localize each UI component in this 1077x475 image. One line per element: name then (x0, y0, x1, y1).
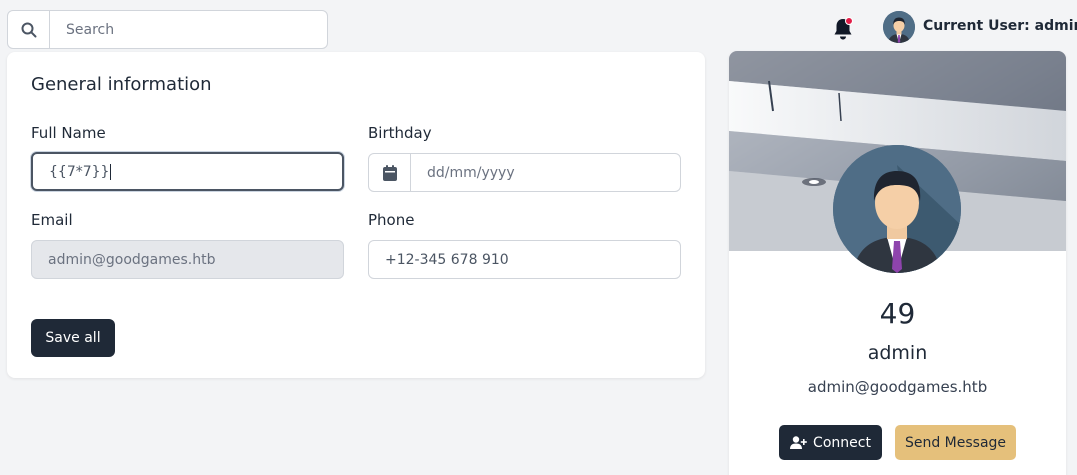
section-title: General information (31, 74, 212, 95)
full-name-label: Full Name (31, 124, 106, 142)
full-name-value: {{7*7}} (49, 163, 110, 180)
full-name-input[interactable]: {{7*7}} (31, 152, 344, 191)
user-plus-icon (790, 435, 807, 449)
profile-email: admin@goodgames.htb (807, 378, 988, 396)
birthday-input[interactable]: dd/mm/yyyy (368, 153, 681, 192)
search-icon[interactable] (8, 11, 50, 48)
general-information-card: General information Full Name {{7*7}} Bi… (7, 52, 705, 378)
connect-button[interactable]: Connect (779, 425, 882, 460)
profile-name: admin (867, 342, 928, 364)
send-message-button[interactable]: Send Message (895, 425, 1016, 460)
calendar-icon[interactable] (369, 154, 411, 191)
save-all-button[interactable]: Save all (31, 319, 115, 357)
birthday-placeholder: dd/mm/yyyy (427, 164, 515, 181)
avatar[interactable] (883, 11, 915, 43)
bell-icon[interactable] (832, 17, 854, 41)
text-cursor (110, 163, 112, 180)
notification-dot (845, 17, 853, 25)
profile-count: 49 (879, 297, 916, 330)
phone-value: +12-345 678 910 (385, 251, 509, 268)
email-label: Email (31, 211, 73, 229)
phone-input[interactable]: +12-345 678 910 (368, 240, 681, 279)
connect-label: Connect (813, 434, 871, 451)
profile-card: 49 admin admin@goodgames.htb Connect Sen… (729, 51, 1066, 475)
birthday-label: Birthday (368, 124, 432, 142)
search-input[interactable] (50, 11, 327, 48)
email-value: admin@goodgames.htb (48, 251, 216, 268)
phone-label: Phone (368, 211, 415, 229)
email-input: admin@goodgames.htb (31, 240, 344, 279)
current-user-label: Current User: admin (923, 18, 1077, 34)
profile-avatar (833, 145, 961, 273)
search-bar[interactable] (7, 10, 328, 49)
